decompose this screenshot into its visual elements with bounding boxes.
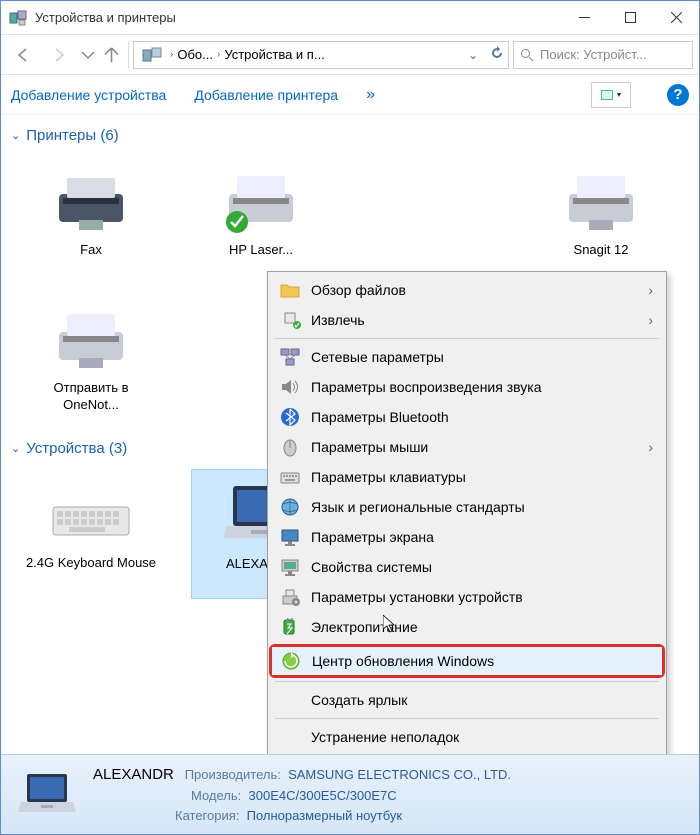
ctx-sound[interactable]: Параметры воспроизведения звука bbox=[271, 372, 663, 402]
ctx-eject[interactable]: Извлечь › bbox=[271, 305, 663, 335]
details-pane: ALEXANDR Производитель: SAMSUNG ELECTRON… bbox=[1, 754, 699, 834]
windows-update-icon bbox=[280, 650, 302, 672]
ctx-windows-update[interactable]: Центр обновления Windows bbox=[272, 647, 662, 675]
dropdown-icon[interactable]: ⌄ bbox=[468, 48, 478, 62]
keyboard-icon bbox=[49, 477, 133, 547]
devices-printers-window: Устройства и принтеры › Обо... › Устройс… bbox=[0, 0, 700, 835]
breadcrumb-item[interactable]: Устройства и п... bbox=[224, 47, 324, 62]
display-icon bbox=[279, 526, 301, 548]
window-buttons bbox=[561, 3, 699, 33]
search-icon bbox=[520, 48, 534, 62]
ctx-mouse[interactable]: Параметры мыши › bbox=[271, 432, 663, 462]
command-bar: Добавление устройства Добавление принтер… bbox=[1, 75, 699, 115]
printer-item[interactable]: Snagit 12 bbox=[531, 156, 671, 284]
submenu-arrow-icon: › bbox=[648, 439, 653, 455]
forward-button[interactable] bbox=[43, 39, 75, 71]
folder-icon bbox=[279, 279, 301, 301]
ctx-display[interactable]: Параметры экрана bbox=[271, 522, 663, 552]
add-printer-button[interactable]: Добавление принтера bbox=[194, 87, 338, 103]
device-item[interactable]: 2.4G Keyboard Mouse bbox=[21, 469, 161, 599]
ctx-keyboard[interactable]: Параметры клавиатуры bbox=[271, 462, 663, 492]
window-icon bbox=[9, 9, 27, 27]
submenu-arrow-icon: › bbox=[648, 312, 653, 328]
cursor-icon bbox=[383, 615, 399, 635]
network-icon bbox=[279, 346, 301, 368]
details-text: ALEXANDR Производитель: SAMSUNG ELECTRON… bbox=[93, 764, 511, 826]
ctx-region[interactable]: Язык и региональные стандарты bbox=[271, 492, 663, 522]
search-input[interactable]: Поиск: Устройст... bbox=[513, 41, 693, 69]
overflow-button[interactable]: » bbox=[366, 86, 375, 104]
ctx-troubleshoot[interactable]: Устранение неполадок bbox=[271, 722, 663, 752]
refresh-icon[interactable] bbox=[490, 46, 504, 63]
printer-item[interactable]: Fax bbox=[21, 156, 161, 284]
submenu-arrow-icon: › bbox=[648, 282, 653, 298]
printers-section-header[interactable]: ⌄ Принтеры (6) bbox=[1, 123, 699, 148]
separator bbox=[275, 681, 659, 682]
ctx-system[interactable]: Свойства системы bbox=[271, 552, 663, 582]
history-dropdown[interactable] bbox=[79, 39, 97, 71]
device-name: ALEXANDR bbox=[93, 766, 174, 783]
laptop-icon bbox=[17, 770, 77, 820]
help-button[interactable]: ? bbox=[667, 84, 689, 106]
collapse-icon: ⌄ bbox=[11, 129, 20, 142]
breadcrumb-item[interactable]: Обо... bbox=[177, 47, 213, 62]
ctx-create-shortcut[interactable]: Создать ярлык bbox=[271, 685, 663, 715]
printer-icon bbox=[219, 164, 303, 234]
ctx-bluetooth[interactable]: Параметры Bluetooth bbox=[271, 402, 663, 432]
titlebar: Устройства и принтеры bbox=[1, 1, 699, 35]
chevron-icon: › bbox=[170, 49, 173, 60]
maximize-button[interactable] bbox=[607, 3, 653, 33]
ctx-install-settings[interactable]: Параметры установки устройств bbox=[271, 582, 663, 612]
printer-item[interactable]: Отправить в OneNot... bbox=[21, 294, 161, 422]
content-area: ⌄ Принтеры (6) Fax HP Laser... Snagit 12… bbox=[1, 115, 699, 754]
ctx-browse-files[interactable]: Обзор файлов › bbox=[271, 275, 663, 305]
breadcrumb[interactable]: › Обо... › Устройства и п... ⌄ bbox=[133, 41, 509, 69]
view-options-button[interactable] bbox=[591, 82, 631, 108]
context-menu: Обзор файлов › Извлечь › Сетевые парамет… bbox=[267, 271, 667, 754]
close-button[interactable] bbox=[653, 3, 699, 33]
add-device-button[interactable]: Добавление устройства bbox=[11, 87, 166, 103]
keyboard-icon bbox=[279, 466, 301, 488]
printer-item[interactable]: HP Laser... bbox=[191, 156, 331, 284]
printer-icon bbox=[49, 302, 133, 372]
highlighted-item: Центр обновления Windows bbox=[269, 644, 665, 678]
speaker-icon bbox=[279, 376, 301, 398]
chevron-icon: › bbox=[217, 49, 220, 60]
bluetooth-icon bbox=[279, 406, 301, 428]
ctx-power[interactable]: Электропитание bbox=[271, 612, 663, 642]
computer-icon bbox=[279, 556, 301, 578]
globe-icon bbox=[279, 496, 301, 518]
mouse-icon bbox=[279, 436, 301, 458]
fax-icon bbox=[49, 164, 133, 234]
ctx-network[interactable]: Сетевые параметры bbox=[271, 342, 663, 372]
printer-icon bbox=[559, 164, 643, 234]
back-button[interactable] bbox=[7, 39, 39, 71]
up-button[interactable] bbox=[101, 41, 129, 69]
eject-icon bbox=[279, 309, 301, 331]
separator bbox=[275, 338, 659, 339]
power-icon bbox=[279, 616, 301, 638]
control-panel-icon bbox=[142, 45, 162, 65]
navbar: › Обо... › Устройства и п... ⌄ Поиск: Ус… bbox=[1, 35, 699, 75]
collapse-icon: ⌄ bbox=[11, 442, 20, 455]
gear-icon bbox=[279, 586, 301, 608]
separator bbox=[275, 718, 659, 719]
minimize-button[interactable] bbox=[561, 3, 607, 33]
window-title: Устройства и принтеры bbox=[35, 10, 561, 25]
